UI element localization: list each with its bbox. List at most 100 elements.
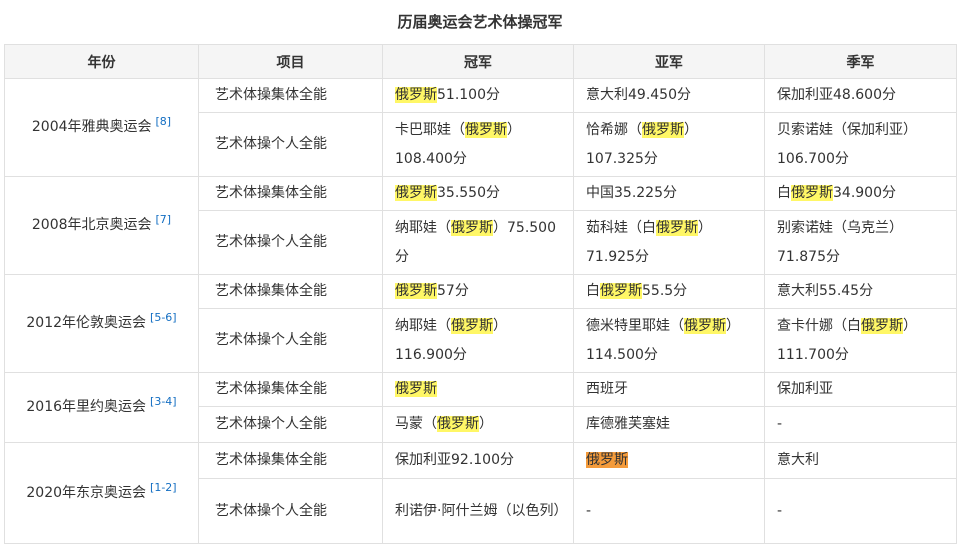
bronze-cell: 查卡什娜（白俄罗斯）111.700分 [764, 308, 957, 373]
bronze-cell: 别索诺娃（乌克兰）71.875分 [764, 210, 957, 275]
cell-text: 茹科娃（白 [586, 219, 656, 236]
cell-text: 保加利亚48.600分 [777, 87, 896, 103]
reference-link[interactable]: [5-6] [150, 311, 177, 324]
cell-text: 库德雅芙塞娃 [586, 416, 670, 432]
reference-link[interactable]: [3-4] [150, 395, 177, 408]
gold-cell: 纳耶娃（俄罗斯）116.900分 [382, 308, 574, 373]
cell-text: 利诺伊·阿什兰姆（以色列） [395, 502, 568, 519]
country-link[interactable]: 俄罗斯 [395, 381, 437, 397]
silver-cell: 库德雅芙塞娃 [573, 406, 765, 443]
gold-cell: 利诺伊·阿什兰姆（以色列） [382, 478, 574, 544]
silver-cell: - [573, 478, 765, 544]
reference-link[interactable]: [7] [156, 213, 172, 226]
event-cell: 艺术体操个人全能 [198, 406, 383, 443]
cell-text: 34.900分 [833, 185, 896, 201]
silver-cell: 白俄罗斯55.5分 [573, 274, 765, 309]
bronze-cell: 白俄罗斯34.900分 [764, 176, 957, 211]
cell-text: 保加利亚 [777, 381, 833, 397]
cell-text: 意大利49.450分 [586, 87, 691, 103]
cell-text: - [777, 502, 783, 519]
bronze-cell: 保加利亚48.600分 [764, 78, 957, 113]
country-link[interactable]: 俄罗斯 [791, 185, 833, 201]
page: 历届奥运会艺术体操冠军 年份 项目 冠军 亚军 季军 2004年雅典奥运会 [8]… [0, 0, 960, 548]
table-row: 2004年雅典奥运会 [8] 艺术体操集体全能 俄罗斯51.100分 意大利49.450… [4, 78, 957, 177]
gold-cell: 俄罗斯51.100分 [382, 78, 574, 113]
cell-text: 马蒙（ [395, 416, 437, 432]
header-gold: 冠军 [382, 44, 574, 79]
cell-text: 查卡什娜（白 [777, 317, 861, 334]
reference-link[interactable]: [1-2] [150, 481, 177, 494]
country-link[interactable]: 俄罗斯 [395, 87, 437, 103]
header-row: 年份 项目 冠军 亚军 季军 [4, 44, 957, 79]
country-link[interactable]: 俄罗斯 [437, 416, 479, 432]
cell-text: 德米特里耶娃（ [586, 317, 684, 334]
silver-cell: 恰希娜（俄罗斯）107.325分 [573, 112, 765, 177]
bronze-cell: 意大利55.45分 [764, 274, 957, 309]
bronze-cell: 意大利 [764, 442, 957, 479]
year-cell: 2012年伦敦奥运会 [5-6] [4, 274, 199, 373]
table-row: 2008年北京奥运会 [7] 艺术体操集体全能 俄罗斯35.550分 中国35.225分… [4, 176, 957, 275]
country-link[interactable]: 俄罗斯 [656, 219, 698, 236]
country-link[interactable]: 俄罗斯 [451, 219, 493, 236]
header-bronze: 季军 [764, 44, 957, 79]
reference-link[interactable]: [8] [156, 115, 172, 128]
cell-text: - [777, 416, 783, 432]
gold-cell: 俄罗斯35.550分 [382, 176, 574, 211]
year-label: 2004年雅典奥运会 [31, 119, 152, 135]
country-link[interactable]: 俄罗斯 [684, 317, 726, 334]
country-link[interactable]: 俄罗斯 [451, 317, 493, 334]
cell-text: 意大利55.45分 [777, 283, 874, 299]
cell-text: 55.5分 [642, 283, 688, 299]
bronze-cell: 保加利亚 [764, 372, 957, 407]
country-link[interactable]: 俄罗斯 [600, 283, 642, 299]
cell-text: 51.100分 [437, 87, 500, 103]
cell-text: 保加利亚92.100分 [395, 452, 514, 468]
silver-cell: 西班牙 [573, 372, 765, 407]
country-link[interactable]: 俄罗斯 [395, 185, 437, 201]
country-link[interactable]: 俄罗斯 [642, 121, 684, 138]
header-event: 项目 [198, 44, 383, 79]
cell-text: ） [479, 416, 493, 432]
cell-text: 西班牙 [586, 381, 628, 397]
event-cell: 艺术体操个人全能 [198, 478, 383, 544]
gold-cell: 俄罗斯57分 [382, 274, 574, 309]
event-cell: 艺术体操个人全能 [198, 112, 383, 177]
silver-cell: 俄罗斯 [573, 442, 765, 479]
event-cell: 艺术体操个人全能 [198, 210, 383, 275]
year-cell: 2008年北京奥运会 [7] [4, 176, 199, 275]
cell-text: 白 [586, 283, 600, 299]
cell-text: 57分 [437, 283, 469, 299]
event-cell: 艺术体操个人全能 [198, 308, 383, 373]
cell-text: 35.550分 [437, 185, 500, 201]
cell-text: 白 [777, 185, 791, 201]
year-label: 2016年里约奥运会 [26, 399, 147, 415]
event-cell: 艺术体操集体全能 [198, 274, 383, 309]
event-cell: 艺术体操集体全能 [198, 372, 383, 407]
cell-text: 纳耶娃（ [395, 219, 451, 236]
cell-text: 卡巴耶娃（ [395, 121, 465, 138]
silver-cell: 中国35.225分 [573, 176, 765, 211]
event-cell: 艺术体操集体全能 [198, 78, 383, 113]
event-cell: 艺术体操集体全能 [198, 442, 383, 479]
silver-cell: 德米特里耶娃（俄罗斯）114.500分 [573, 308, 765, 373]
cell-text: - [586, 502, 592, 519]
country-link[interactable]: 俄罗斯 [861, 317, 903, 334]
silver-cell: 茹科娃（白俄罗斯）71.925分 [573, 210, 765, 275]
header-silver: 亚军 [573, 44, 765, 79]
event-cell: 艺术体操集体全能 [198, 176, 383, 211]
header-year: 年份 [4, 44, 199, 79]
gold-cell: 俄罗斯 [382, 372, 574, 407]
country-link[interactable]: 俄罗斯 [395, 283, 437, 299]
champions-table: 年份 项目 冠军 亚军 季军 2004年雅典奥运会 [8] 艺术体操集体全能 俄罗斯5… [4, 44, 957, 544]
country-link[interactable]: 俄罗斯 [465, 121, 507, 138]
cell-text: 恰希娜（ [586, 121, 642, 138]
cell-text: 意大利 [777, 452, 819, 468]
cell-text: 贝索诺娃（保加利亚）106.700分 [777, 121, 917, 167]
year-cell: 2004年雅典奥运会 [8] [4, 78, 199, 177]
table-body: 2004年雅典奥运会 [8] 艺术体操集体全能 俄罗斯51.100分 意大利49.450… [4, 78, 957, 544]
silver-cell: 意大利49.450分 [573, 78, 765, 113]
bronze-cell: 贝索诺娃（保加利亚）106.700分 [764, 112, 957, 177]
year-cell: 2020年东京奥运会 [1-2] [4, 442, 199, 544]
country-link-selected[interactable]: 俄罗斯 [586, 452, 628, 468]
bronze-cell: - [764, 406, 957, 443]
